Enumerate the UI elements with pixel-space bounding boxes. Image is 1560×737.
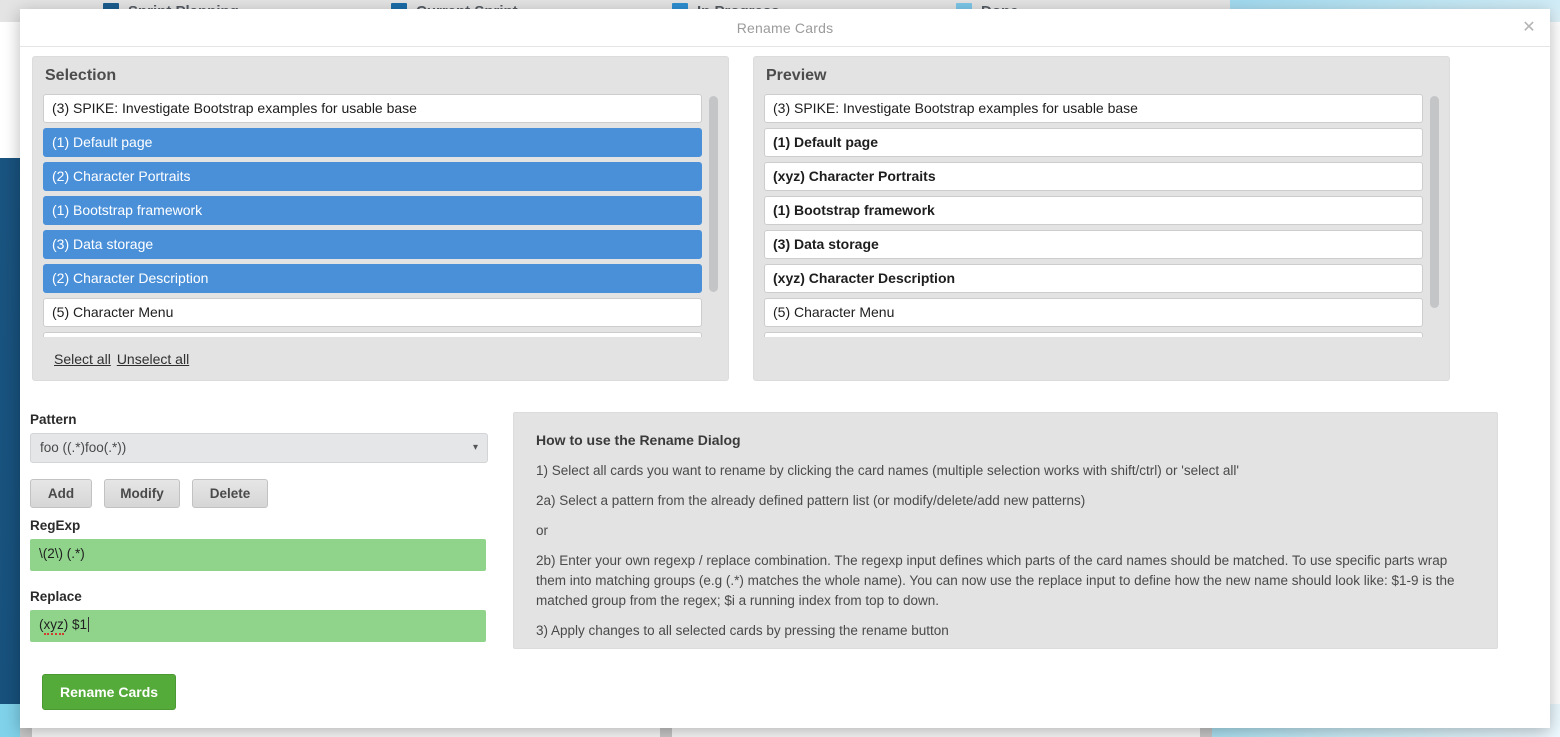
- preview-list: (3) SPIKE: Investigate Bootstrap example…: [764, 94, 1439, 337]
- dialog-header: Rename Cards ✕: [20, 9, 1550, 47]
- help-panel-title: How to use the Rename Dialog: [536, 432, 741, 448]
- selection-list[interactable]: (3) SPIKE: Investigate Bootstrap example…: [43, 94, 718, 337]
- preview-item: (5) Character Menu: [764, 298, 1423, 327]
- list-item[interactable]: (2) Character Description: [43, 264, 702, 293]
- preview-panel-title: Preview: [766, 67, 827, 84]
- preview-item: (xyz) Character Portraits: [764, 162, 1423, 191]
- help-panel: How to use the Rename Dialog 1) Select a…: [513, 412, 1498, 649]
- panels-row: Selection (3) SPIKE: Investigate Bootstr…: [20, 47, 1550, 381]
- preview-item: (1) Bootstrap framework: [764, 196, 1423, 225]
- add-pattern-button[interactable]: Add: [30, 479, 92, 508]
- pattern-select-value: foo ((.*)foo(.*)): [40, 440, 127, 455]
- help-line: 3) Apply changes to all selected cards b…: [536, 623, 949, 638]
- replace-label: Replace: [30, 589, 82, 604]
- preview-scrollbar-thumb[interactable]: [1430, 96, 1439, 308]
- preview-item: [764, 332, 1423, 337]
- replace-input[interactable]: (xyz) $1: [30, 610, 486, 642]
- preview-item: (1) Default page: [764, 128, 1423, 157]
- list-item[interactable]: (2) Character Portraits: [43, 162, 702, 191]
- unselect-all-link[interactable]: Unselect all: [117, 351, 189, 367]
- dialog-body: Selection (3) SPIKE: Investigate Bootstr…: [20, 47, 1550, 710]
- help-line: 2b) Enter your own regexp / replace comb…: [536, 553, 1455, 608]
- list-item[interactable]: (1) Bootstrap framework: [43, 196, 702, 225]
- pattern-label: Pattern: [30, 412, 77, 427]
- rename-cards-dialog: Rename Cards ✕ Selection (3) SPIKE: Inve…: [20, 9, 1550, 728]
- regexp-input-value: \(2\) (.*): [39, 546, 85, 561]
- preview-panel: Preview (3) SPIKE: Investigate Bootstrap…: [753, 56, 1450, 381]
- list-item[interactable]: (3) Data storage: [43, 230, 702, 259]
- selection-panel: Selection (3) SPIKE: Investigate Bootstr…: [32, 56, 729, 381]
- select-all-link[interactable]: Select all: [54, 351, 111, 367]
- preview-scrollbar[interactable]: [1430, 96, 1439, 334]
- list-item[interactable]: (5) Character Menu: [43, 298, 702, 327]
- selection-panel-footer: Select all Unselect all: [43, 337, 718, 380]
- delete-pattern-button[interactable]: Delete: [192, 479, 268, 508]
- help-line: 1) Select all cards you want to rename b…: [536, 463, 1239, 478]
- list-item[interactable]: (1) Default page: [43, 128, 702, 157]
- close-icon[interactable]: ✕: [1520, 19, 1538, 37]
- help-line: or: [536, 523, 549, 538]
- selection-scrollbar-thumb[interactable]: [709, 96, 718, 292]
- regexp-label: RegExp: [30, 518, 81, 533]
- preview-item: (xyz) Character Description: [764, 264, 1423, 293]
- regexp-input[interactable]: \(2\) (.*): [30, 539, 486, 571]
- replace-value-suffix: ) $1: [63, 617, 88, 632]
- preview-item: (3) Data storage: [764, 230, 1423, 259]
- preview-panel-footer: [764, 337, 1439, 380]
- replace-value-prefix: (: [39, 617, 44, 632]
- modify-pattern-button[interactable]: Modify: [104, 479, 180, 508]
- selection-panel-title: Selection: [45, 67, 117, 84]
- list-item[interactable]: (3) SPIKE: Investigate Bootstrap example…: [43, 94, 702, 123]
- replace-value-misspelled-word: xyz: [43, 617, 64, 635]
- pattern-form: Pattern foo ((.*)foo(.*)) ▾ Add Modify D…: [20, 412, 490, 660]
- list-item[interactable]: [43, 332, 702, 337]
- pattern-select[interactable]: foo ((.*)foo(.*)) ▾: [30, 433, 488, 463]
- board-lane-strip: [0, 704, 20, 737]
- rename-cards-button[interactable]: Rename Cards: [42, 674, 177, 710]
- dialog-title: Rename Cards: [736, 19, 834, 36]
- help-line: 2a) Select a pattern from the already de…: [536, 493, 1086, 508]
- selection-scrollbar[interactable]: [709, 96, 718, 334]
- pattern-button-row: Add Modify Delete: [30, 479, 490, 508]
- text-cursor: [88, 617, 90, 632]
- app-sidebar: [0, 158, 20, 737]
- lower-section: Pattern foo ((.*)foo(.*)) ▾ Add Modify D…: [20, 381, 1550, 660]
- chevron-down-icon: ▾: [472, 442, 478, 453]
- preview-item: (3) SPIKE: Investigate Bootstrap example…: [764, 94, 1423, 123]
- dialog-footer: Rename Cards: [20, 660, 1550, 710]
